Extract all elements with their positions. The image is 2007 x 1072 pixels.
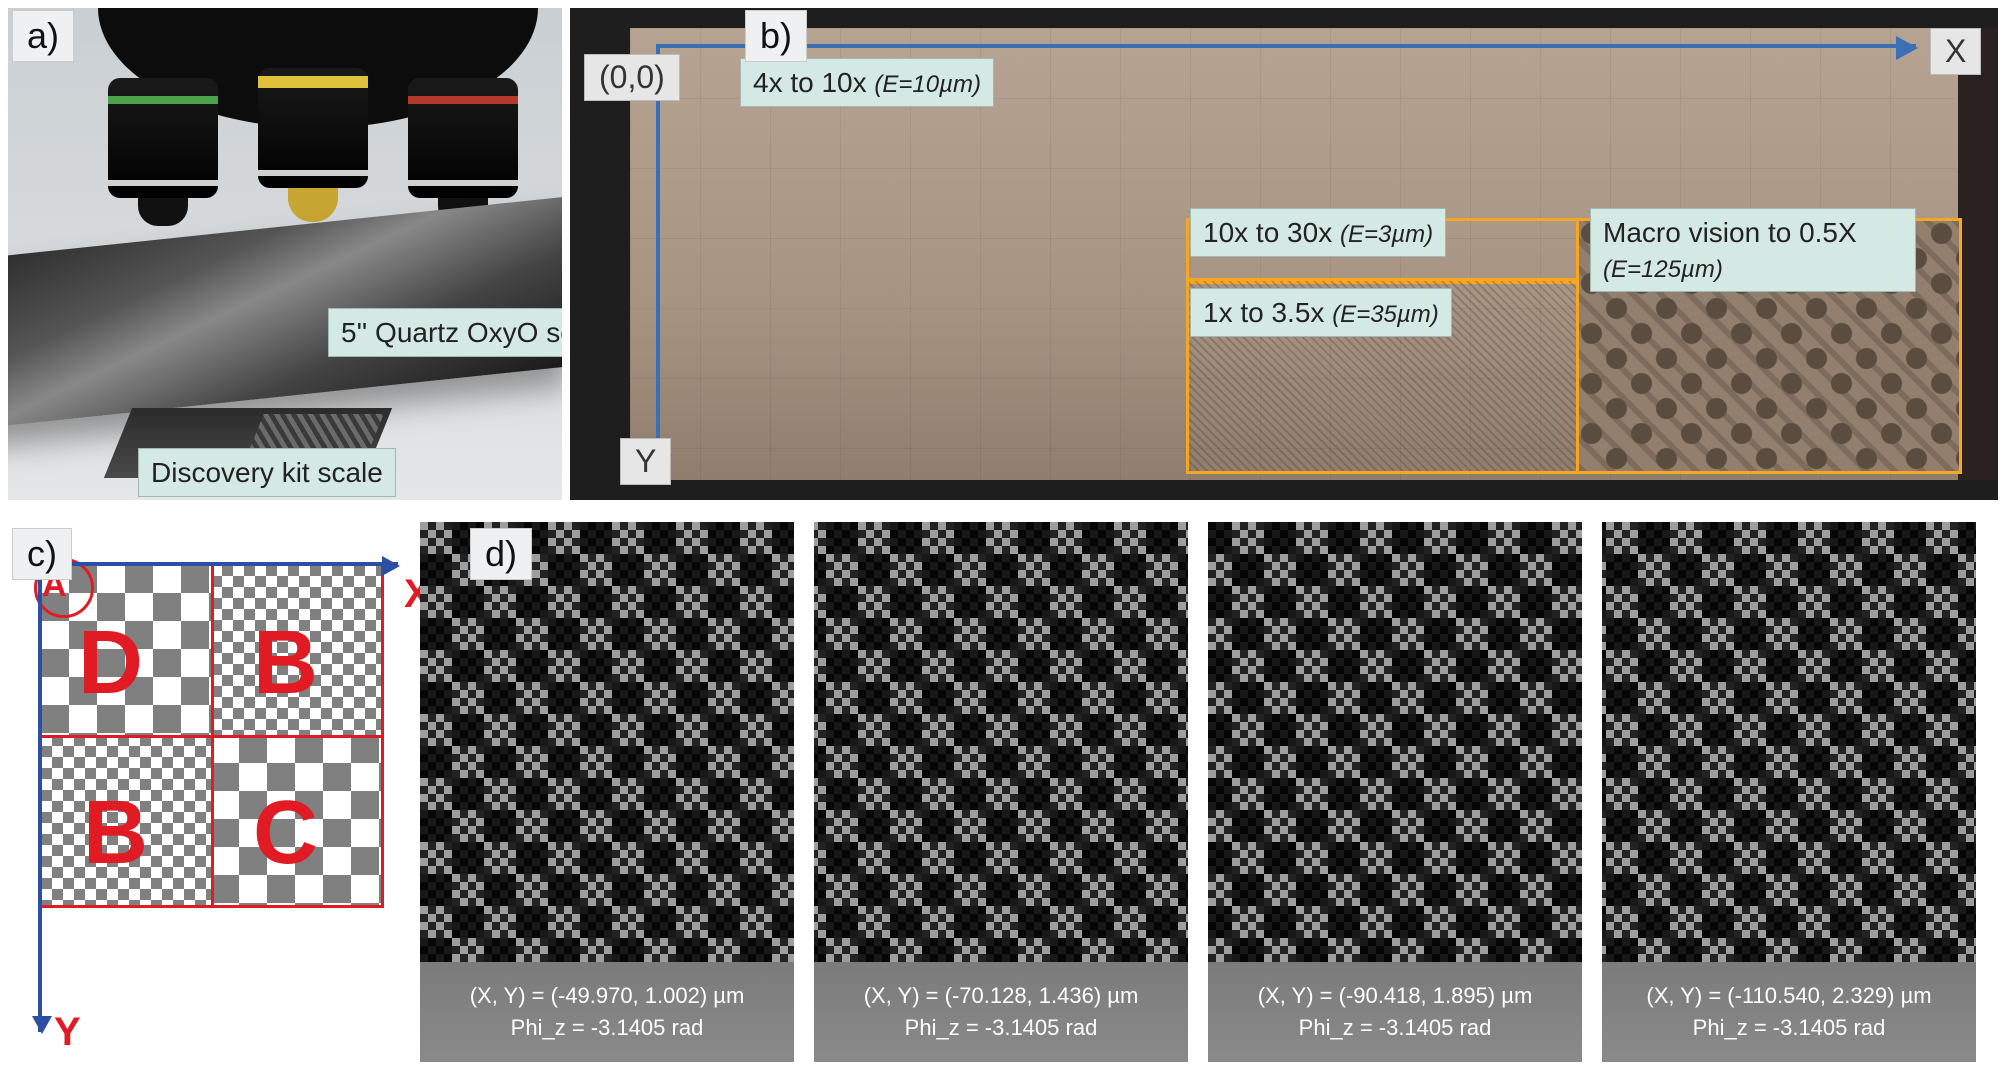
callout-1x-3_5x-text: 1x to 3.5x [1203,297,1332,328]
crop-2-xy: (X, Y) = (-70.128, 1.436) µm [864,983,1139,1009]
axis-y-arrow-icon [38,562,42,1032]
panel-label-a: a) [12,10,74,62]
panel-label-c: c) [12,528,72,580]
axis-y-label: Y [54,1010,81,1055]
panel-label-b: b) [745,10,807,62]
callout-quartz-scale: 5'' Quartz OxyO scale [328,308,562,357]
crop-4-xy: (X, Y) = (-110.540, 2.329) µm [1646,983,1931,1009]
objective-right [408,78,518,198]
callout-4x-10x: 4x to 10x (E=10µm) [740,58,994,107]
crop-2-phi: Phi_z = -3.1405 rad [905,1015,1098,1041]
crop-3-phi: Phi_z = -3.1405 rad [1299,1015,1492,1041]
callout-macro-text: Macro vision to 0.5X [1603,217,1857,248]
panel-d-crops: (X, Y) = (-49.970, 1.002) µm Phi_z = -3.… [420,522,2000,1062]
callout-10x-30x-text: 10x to 30x [1203,217,1340,248]
crop-1-xy: (X, Y) = (-49.970, 1.002) µm [470,983,745,1009]
crop-4: (X, Y) = (-110.540, 2.329) µm Phi_z = -3… [1602,522,1976,1062]
callout-10x-30x: 10x to 30x (E=3µm) [1190,208,1446,257]
quadrant-letter-D: D [78,612,143,715]
crop-3-footer: (X, Y) = (-90.418, 1.895) µm Phi_z = -3.… [1208,962,1582,1062]
axis-y-label: Y [620,438,671,485]
panel-b-slide-zones: (0,0) X Y 4x to 10x (E=10µm) 10x to 30x … [570,8,1998,500]
crop-4-phi: Phi_z = -3.1405 rad [1693,1015,1886,1041]
axis-origin-label: (0,0) [584,54,680,101]
callout-macro: Macro vision to 0.5X (E=125µm) [1590,208,1916,292]
crop-2-pattern [814,522,1188,962]
crop-4-footer: (X, Y) = (-110.540, 2.329) µm Phi_z = -3… [1602,962,1976,1062]
axis-x-label: X [1930,28,1981,75]
callout-1x-3_5x: 1x to 3.5x (E=35µm) [1190,288,1452,337]
crop-4-pattern [1602,522,1976,962]
panel-a-microscope: 5'' Quartz OxyO scale Discovery kit scal… [8,8,562,500]
crop-2: (X, Y) = (-70.128, 1.436) µm Phi_z = -3.… [814,522,1188,1062]
quadrant-letter-B2: B [83,782,148,885]
objective-left [108,78,218,198]
callout-4x-10x-sub: (E=10µm) [874,71,981,98]
panel-c-schematic: A D B B C X Y [8,522,408,1062]
quadrant-letter-B1: B [253,612,318,715]
panel-label-d: d) [470,528,532,580]
callout-1x-3_5x-sub: (E=35µm) [1332,301,1439,328]
axis-y-arrow-icon [656,44,660,474]
crop-2-footer: (X, Y) = (-70.128, 1.436) µm Phi_z = -3.… [814,962,1188,1062]
objective-center [258,68,368,188]
quadrant-letter-C: C [253,782,318,885]
slide-edge-strip [1958,28,1998,480]
crop-3: (X, Y) = (-90.418, 1.895) µm Phi_z = -3.… [1208,522,1582,1062]
callout-macro-sub: (E=125µm) [1603,256,1723,283]
callout-discovery-scale: Discovery kit scale [138,448,396,497]
crop-1-phi: Phi_z = -3.1405 rad [511,1015,704,1041]
crop-1: (X, Y) = (-49.970, 1.002) µm Phi_z = -3.… [420,522,794,1062]
crop-3-pattern [1208,522,1582,962]
axis-x-arrow-icon [656,44,1916,48]
crop-1-footer: (X, Y) = (-49.970, 1.002) µm Phi_z = -3.… [420,962,794,1062]
axis-x-arrow-icon [38,562,398,566]
crop-3-xy: (X, Y) = (-90.418, 1.895) µm [1258,983,1533,1009]
callout-4x-10x-text: 4x to 10x [753,67,874,98]
crop-1-pattern [420,522,794,962]
grid-divider-horizontal [41,735,381,738]
callout-10x-30x-sub: (E=3µm) [1340,221,1433,248]
